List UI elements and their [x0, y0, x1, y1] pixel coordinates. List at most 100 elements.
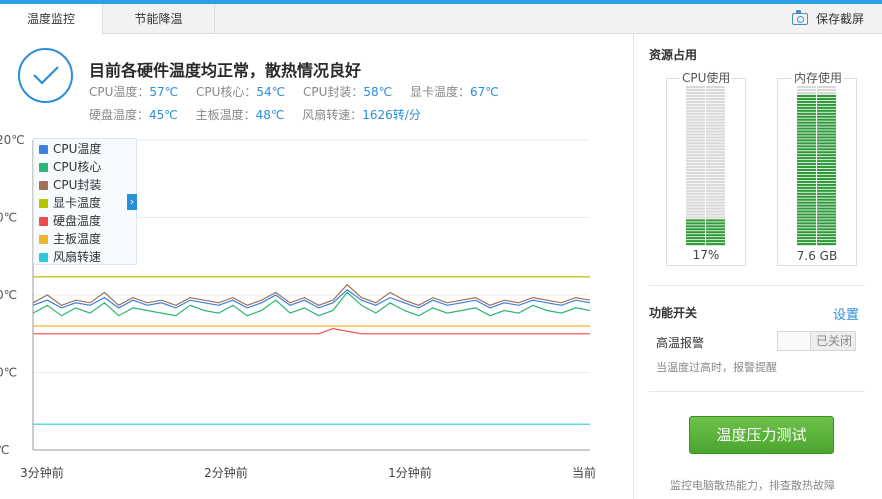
usage-bar-segment [797, 154, 816, 157]
usage-bar-segment [686, 198, 705, 201]
usage-bar-segment [817, 171, 836, 175]
usage-bar-segment [686, 207, 705, 210]
usage-bar-segment [817, 177, 836, 181]
usage-bar-segment [706, 228, 725, 231]
cpu-meter-label: CPU使用 [680, 69, 733, 86]
panel-divider [633, 34, 634, 499]
memory-meter-label: 内存使用 [792, 69, 845, 86]
usage-bar-segment [817, 100, 836, 103]
cpu-usage-value: 17% [692, 248, 720, 262]
usage-bar-segment [817, 204, 836, 207]
usage-bar-segment [686, 127, 705, 130]
legend-item[interactable]: 主板温度 [39, 230, 101, 248]
legend-label: 显卡温度 [53, 196, 102, 210]
stress-test-description: 监控电脑散热能力，排查散热故障 [670, 479, 835, 492]
usage-bar-segment [797, 115, 816, 118]
legend-label: CPU温度 [53, 142, 102, 156]
usage-bar-segment [817, 210, 836, 213]
usage-bar-segment [706, 192, 725, 195]
usage-bar-segment [797, 86, 816, 89]
usage-bar-segment [706, 112, 725, 115]
usage-bar-segment [797, 180, 816, 183]
legend-swatch [39, 198, 48, 208]
usage-bar-segment [686, 112, 705, 115]
usage-bar-segment [686, 210, 705, 213]
usage-bar-segment [706, 195, 725, 198]
reading-board-temp: 主板温度：48℃ [195, 108, 285, 122]
tab-temperature-monitor[interactable]: 温度监控 [0, 4, 103, 35]
usage-bar-segment [706, 183, 725, 186]
settings-link[interactable]: 设置 [833, 304, 859, 323]
usage-bar-segment [817, 86, 836, 89]
usage-bar-segment [797, 225, 816, 228]
section-divider-2 [649, 391, 865, 392]
usage-bar-segment [797, 157, 816, 160]
usage-bar-segment [817, 151, 836, 154]
usage-bar-segment [706, 142, 725, 145]
usage-bar-segment [797, 121, 816, 124]
usage-bar-segment [797, 148, 816, 151]
usage-bar-segment [686, 91, 705, 95]
usage-bar-segment [706, 240, 725, 243]
usage-bar-segment [817, 130, 836, 133]
usage-bar-segment [686, 130, 705, 133]
high-temp-alarm-toggle[interactable]: 已关闭 [777, 331, 856, 351]
usage-bar-segment [797, 163, 816, 166]
chart-legend: CPU温度 CPU核心 CPU封装显卡温度硬盘温度 主板温度风扇转速 [33, 138, 137, 265]
usage-bar-segment [797, 103, 816, 106]
reading-cpu-package: CPU封装：58℃ [302, 85, 393, 99]
memory-usage-value: 7.6 GB [796, 249, 838, 263]
usage-bar-segment [797, 174, 816, 178]
usage-bar-segment [706, 204, 725, 207]
legend-item[interactable]: CPU核心 [39, 158, 101, 176]
usage-bar-segment [797, 118, 816, 121]
save-screenshot-button[interactable]: 保存截屏 [791, 4, 864, 34]
usage-bar-segment [686, 234, 705, 237]
usage-bar-segment [686, 94, 705, 98]
usage-bar-segment [686, 154, 705, 157]
stress-test-button[interactable]: 温度压力测试 [689, 416, 834, 454]
usage-bar-segment [686, 225, 705, 228]
reading-fan-speed: 风扇转速：1626转/分 [302, 108, 421, 122]
cpu-usage-bars [686, 86, 725, 246]
usage-bar-segment [817, 180, 836, 183]
usage-bar-segment [686, 115, 705, 118]
legend-item[interactable]: 风扇转速 [39, 248, 101, 266]
usage-bar-segment [797, 124, 816, 127]
legend-item[interactable]: 显卡温度 [39, 194, 101, 212]
usage-bar-segment [797, 189, 816, 192]
usage-bar-segment [706, 130, 725, 133]
legend-collapse-arrow-icon[interactable]: › [127, 194, 137, 210]
usage-bar-segment [797, 222, 816, 225]
usage-bar-segment [797, 234, 816, 237]
usage-bar-segment [817, 198, 836, 201]
legend-item[interactable]: 硬盘温度 [39, 212, 101, 230]
legend-label: CPU核心 [53, 160, 102, 174]
usage-bar-segment [817, 195, 836, 198]
usage-bar-segment [686, 195, 705, 198]
usage-bar-segment [706, 94, 725, 98]
usage-bar-segment [797, 195, 816, 198]
usage-bar-segment [797, 216, 816, 219]
reading-cpu-temp: CPU温度：57℃ [89, 85, 179, 99]
usage-bar-segment [797, 228, 816, 231]
usage-bar-segment [706, 168, 725, 172]
usage-bar-segment [817, 160, 836, 163]
usage-bar-segment [686, 157, 705, 160]
features-title: 功能开关 [649, 306, 698, 320]
usage-bar-segment [797, 145, 816, 148]
usage-bar-segment [706, 88, 725, 92]
usage-bar-segment [817, 183, 836, 186]
usage-bar-segment [817, 213, 836, 216]
legend-item[interactable]: CPU温度 [39, 140, 101, 158]
usage-bar-segment [817, 109, 836, 112]
usage-bar-segment [797, 192, 816, 195]
tab-energy-saving[interactable]: 节能降温 [103, 4, 215, 34]
reading-cpu-core: CPU核心：54℃ [195, 85, 286, 99]
usage-bar-segment [706, 201, 725, 204]
usage-bar-segment [797, 127, 816, 130]
legend-label: 风扇转速 [53, 250, 102, 264]
usage-bar-segment [817, 121, 836, 124]
x-tick-label: 当前 [572, 465, 596, 480]
legend-item[interactable]: CPU封装 [39, 176, 101, 194]
